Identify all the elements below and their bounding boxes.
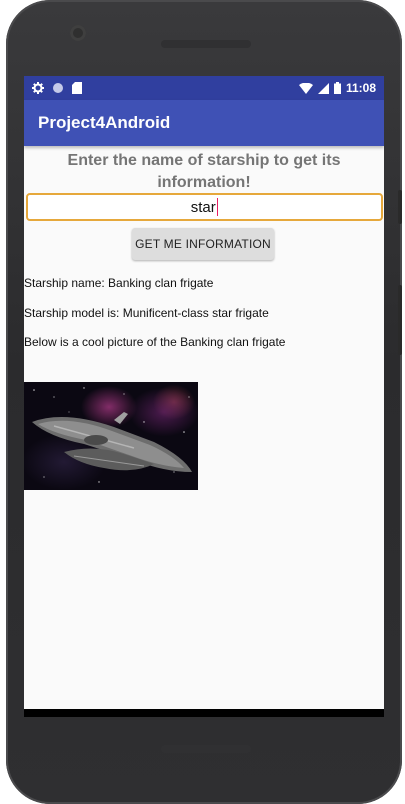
power-button [398, 190, 402, 224]
starship-illustration [32, 387, 192, 483]
sd-card-icon [72, 82, 82, 94]
system-nav-bar [24, 709, 384, 717]
picture-caption-text: Below is a cool picture of the Banking c… [24, 335, 286, 349]
starship-model-text: Starship model is: Munificent-class star… [24, 306, 269, 320]
circle-icon [53, 83, 63, 93]
wifi-icon [298, 82, 313, 94]
top-speaker [161, 40, 251, 48]
app-title: Project4Android [38, 113, 171, 132]
status-time: 11:08 [345, 81, 376, 95]
app-bar: Project4Android [24, 100, 384, 146]
text-cursor [216, 198, 219, 216]
app-screen: 11:08 Project4Android Enter the name of … [24, 76, 384, 717]
volume-button [398, 285, 402, 355]
starship-search-input[interactable]: star [26, 193, 383, 221]
search-input-value: star [190, 198, 216, 216]
bottom-speaker [161, 745, 251, 753]
gear-icon [32, 82, 44, 94]
battery-icon [333, 82, 341, 94]
get-information-button[interactable]: GET ME INFORMATION [132, 228, 274, 260]
signal-icon [317, 82, 329, 94]
camera-icon [70, 25, 86, 41]
starship-name-text: Starship name: Banking clan frigate [24, 276, 214, 290]
status-bar: 11:08 [24, 76, 384, 100]
prompt-heading: Enter the name of starship to get its in… [67, 152, 341, 191]
main-content: Enter the name of starship to get its in… [24, 146, 384, 717]
starship-image [24, 382, 198, 490]
